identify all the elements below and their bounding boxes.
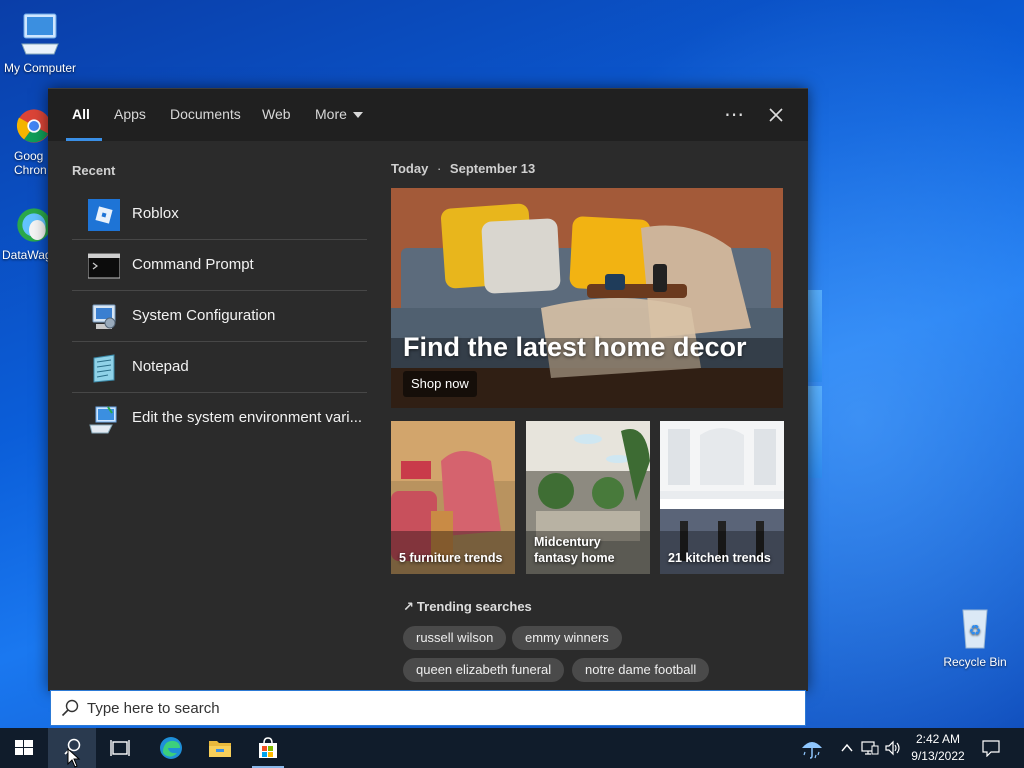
card-caption: 5 furniture trends (399, 551, 503, 565)
desktop-icon-recycle-bin[interactable]: ♻ Recycle Bin (935, 604, 1015, 669)
store-icon (259, 737, 277, 758)
recent-item-label: Command Prompt (132, 256, 254, 273)
tab-label: Web (262, 106, 291, 122)
recent-item-command-prompt[interactable]: Command Prompt (72, 240, 367, 291)
network-icon[interactable] (860, 738, 880, 758)
wallpaper-logo-pane (808, 290, 822, 382)
file-explorer-icon (209, 741, 231, 757)
trending-heading-label: Trending searches (416, 599, 532, 614)
trending-chip[interactable]: notre dame football (572, 658, 710, 682)
search-icon (61, 699, 79, 717)
hero-title: Find the latest home decor (403, 332, 747, 362)
recent-item-notepad[interactable]: Notepad (72, 342, 367, 393)
svg-text:♻: ♻ (969, 623, 982, 639)
task-view-button[interactable] (96, 728, 144, 768)
recent-list: Roblox Command Prompt System Configurati… (72, 189, 367, 443)
close-icon[interactable] (762, 101, 790, 129)
taskbar-search-box[interactable] (50, 690, 806, 726)
recent-item-roblox[interactable]: Roblox (72, 189, 367, 240)
task-view-icon (110, 740, 130, 756)
recent-heading: Recent (72, 163, 116, 178)
chevron-up-icon[interactable] (837, 738, 857, 758)
desktop-icon-datawag[interactable]: DataWag (0, 205, 52, 262)
notification-icon[interactable] (981, 738, 1001, 758)
recent-item-label: Roblox (132, 205, 179, 222)
taskbar-search-button[interactable] (48, 728, 96, 768)
wallpaper-logo-pane (808, 386, 822, 478)
hero-shop-now-button[interactable]: Shop now (403, 371, 477, 397)
recent-item-label: Notepad (132, 358, 189, 375)
computer-settings-icon (89, 406, 117, 434)
taskbar-clock[interactable]: 2:42 AM 9/13/2022 (900, 731, 976, 765)
card-caption: Midcentury fantasy home (534, 535, 615, 565)
today-label: Today (391, 161, 429, 176)
notepad-icon (93, 354, 115, 383)
ellipsis-icon[interactable]: ⋯ (720, 101, 748, 129)
trending-chip[interactable]: russell wilson (403, 626, 507, 650)
store-button[interactable] (244, 728, 292, 768)
clock-date: 9/13/2022 (911, 749, 965, 763)
roblox-icon (88, 199, 120, 231)
search-tabs: All Apps Documents Web More ⋯ (48, 89, 808, 141)
desktop-icon-my-computer[interactable]: My Computer (0, 10, 80, 75)
tab-apps[interactable]: Apps (114, 89, 146, 141)
computer-icon (21, 13, 59, 55)
tab-label: All (72, 106, 90, 122)
weather-icon[interactable] (800, 736, 824, 760)
edge-icon (160, 737, 182, 759)
tab-web[interactable]: Web (262, 89, 291, 141)
recent-item-edit-environment[interactable]: Edit the system environment vari... (72, 393, 367, 443)
recycle-bin-icon: ♻ (962, 609, 988, 649)
file-explorer-button[interactable] (196, 728, 244, 768)
recent-item-system-configuration[interactable]: System Configuration (72, 291, 367, 342)
today-heading: Today · September 13 (391, 161, 535, 176)
taskbar: 2:42 AM 9/13/2022 (0, 728, 1024, 768)
desktop-icon-label: DataWag (2, 248, 52, 262)
edge-button[interactable] (147, 728, 195, 768)
card-midcentury-home[interactable]: Midcentury fantasy home (526, 421, 650, 574)
trending-chip[interactable]: emmy winners (512, 626, 622, 650)
trending-heading: ↗ Trending searches (403, 599, 532, 615)
desktop-icon-label: My Computer (3, 61, 77, 75)
card-kitchen-trends[interactable]: 21 kitchen trends (660, 421, 784, 574)
tab-label: More (315, 106, 347, 122)
today-date: September 13 (449, 161, 536, 176)
tab-documents[interactable]: Documents (170, 89, 241, 141)
tab-label: Documents (170, 106, 241, 122)
tab-all[interactable]: All (66, 89, 102, 141)
hero-card[interactable]: Find the latest home decor Shop now (391, 188, 783, 408)
recent-item-label: Edit the system environment vari... (132, 409, 363, 426)
chevron-down-icon (352, 112, 363, 119)
trending-chip[interactable]: queen elizabeth funeral (403, 658, 565, 682)
trending-icon: ↗ (403, 599, 414, 614)
command-prompt-icon (88, 253, 120, 279)
recent-item-label: System Configuration (132, 307, 276, 324)
card-furniture-trends[interactable]: 5 furniture trends (391, 421, 515, 574)
card-caption: 21 kitchen trends (668, 551, 771, 565)
search-input[interactable] (87, 695, 787, 721)
tab-label: Apps (114, 106, 146, 122)
desktop-icon-label: Recycle Bin (943, 655, 1007, 669)
start-icon (15, 740, 33, 755)
system-configuration-icon (92, 304, 116, 329)
desktop-icon-label: Goog Chron (14, 149, 47, 177)
mouse-cursor-icon (67, 748, 81, 768)
tab-more[interactable]: More (315, 89, 363, 141)
search-panel: All Apps Documents Web More ⋯ Recent Rob… (48, 88, 808, 691)
clock-time: 2:42 AM (915, 732, 961, 746)
today-separator: · (436, 161, 442, 176)
desktop-icon-chrome[interactable]: Goog Chron (0, 106, 51, 177)
start-button[interactable] (0, 728, 48, 768)
